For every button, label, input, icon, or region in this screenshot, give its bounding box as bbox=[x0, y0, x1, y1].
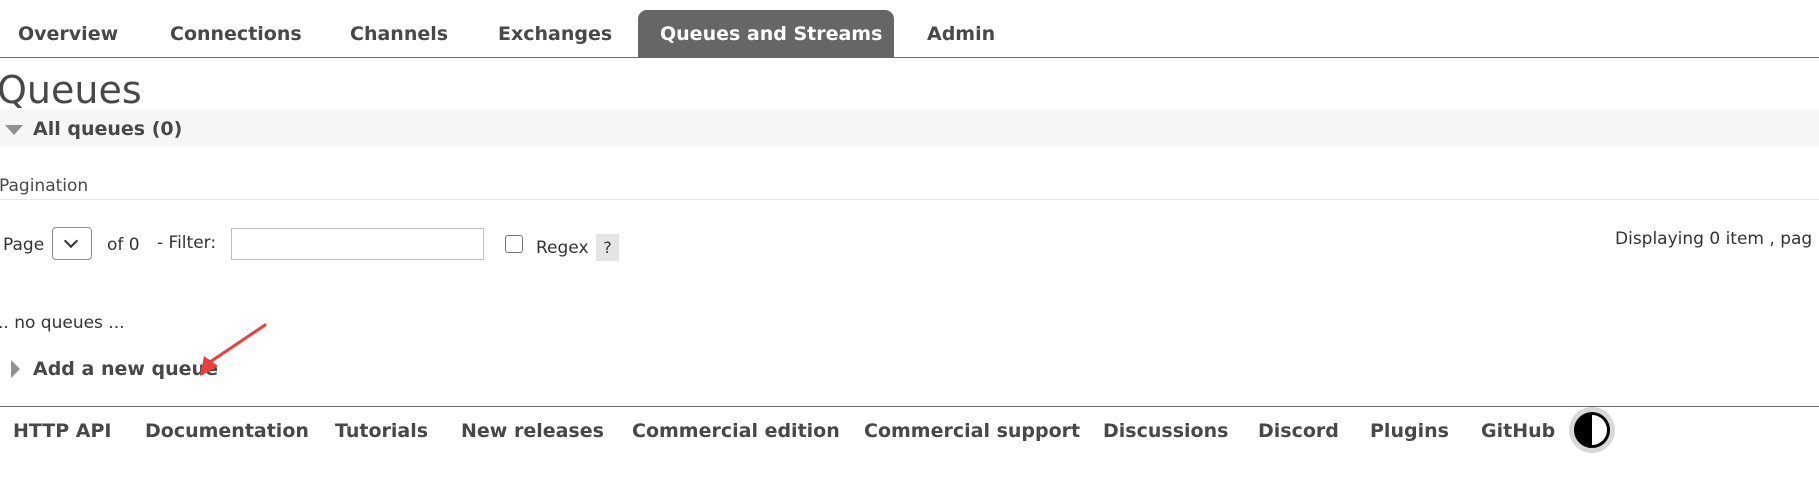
page-label: Page bbox=[3, 235, 45, 255]
tab-connections[interactable]: Connections bbox=[148, 10, 324, 57]
pagination-heading: Pagination bbox=[0, 176, 89, 196]
filter-input[interactable] bbox=[231, 228, 484, 260]
footer-link-discussions[interactable]: Discussions bbox=[1103, 418, 1228, 444]
contrast-icon bbox=[1574, 412, 1610, 448]
tab-admin[interactable]: Admin bbox=[905, 10, 1017, 57]
page-select[interactable] bbox=[52, 227, 92, 260]
footer-link-new-releases[interactable]: New releases bbox=[461, 418, 604, 444]
displaying-items-text: Displaying 0 item , pag bbox=[1615, 229, 1813, 249]
filter-label: - Filter: bbox=[157, 233, 217, 253]
footer-link-tutorials[interactable]: Tutorials bbox=[335, 418, 428, 444]
tab-exchanges[interactable]: Exchanges bbox=[476, 10, 634, 57]
footer-link-github[interactable]: GitHub bbox=[1481, 418, 1555, 444]
all-queues-section-header[interactable] bbox=[0, 110, 1819, 147]
all-queues-label[interactable]: All queues (0) bbox=[33, 116, 182, 142]
footer-link-documentation[interactable]: Documentation bbox=[145, 418, 309, 444]
no-queues-message: .. no queues ... bbox=[0, 313, 125, 333]
chevron-down-icon bbox=[63, 233, 79, 249]
regex-checkbox[interactable] bbox=[505, 235, 523, 253]
footer-link-commercial-support[interactable]: Commercial support bbox=[864, 418, 1080, 444]
theme-toggle-button[interactable] bbox=[1569, 407, 1615, 453]
footer-divider bbox=[0, 406, 1819, 407]
page-title: Queues bbox=[0, 68, 142, 112]
tab-channels[interactable]: Channels bbox=[328, 10, 470, 57]
footer-link-plugins[interactable]: Plugins bbox=[1370, 418, 1449, 444]
tab-queues-and-streams[interactable]: Queues and Streams bbox=[638, 10, 894, 57]
expand-triangle-icon[interactable] bbox=[11, 360, 20, 378]
regex-help-button[interactable]: ? bbox=[596, 234, 619, 261]
footer-link-discord[interactable]: Discord bbox=[1258, 418, 1339, 444]
page-count: of 0 bbox=[107, 235, 140, 255]
annotation-arrow-icon bbox=[200, 323, 267, 376]
tab-overview[interactable]: Overview bbox=[0, 10, 140, 57]
pagination-divider bbox=[0, 199, 1819, 200]
collapse-triangle-icon[interactable] bbox=[5, 125, 23, 135]
footer-link-http-api[interactable]: HTTP API bbox=[13, 418, 112, 444]
nav-divider bbox=[0, 57, 1819, 58]
footer-link-commercial-edition[interactable]: Commercial edition bbox=[632, 418, 840, 444]
regex-label: Regex bbox=[536, 238, 589, 258]
